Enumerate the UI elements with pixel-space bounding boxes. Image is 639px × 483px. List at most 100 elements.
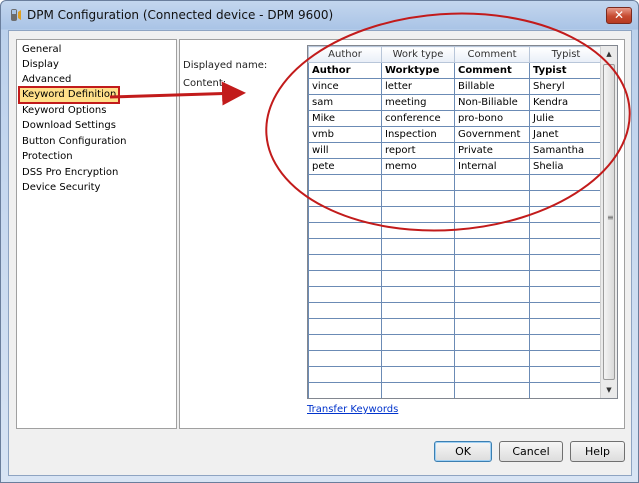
- table-cell[interactable]: [381, 238, 455, 255]
- table-cell[interactable]: [529, 334, 603, 351]
- table-cell[interactable]: vince: [308, 78, 382, 95]
- table-cell[interactable]: [381, 190, 455, 207]
- table-row[interactable]: [308, 190, 603, 207]
- table-cell[interactable]: [308, 286, 382, 303]
- keyword-grid[interactable]: Author Work type Comment Typist Author Workty…: [307, 45, 618, 399]
- table-cell[interactable]: [529, 382, 603, 398]
- table-cell[interactable]: Inspection: [381, 126, 455, 143]
- nav-item-keyword-definition[interactable]: Keyword Definition: [17, 86, 121, 104]
- table-cell[interactable]: [381, 206, 455, 223]
- table-cell[interactable]: Samantha: [529, 142, 603, 159]
- table-cell[interactable]: [454, 254, 530, 271]
- table-cell[interactable]: [529, 206, 603, 223]
- transfer-keywords-link[interactable]: Transfer Keywords: [307, 404, 398, 415]
- table-cell[interactable]: meeting: [381, 94, 455, 111]
- table-row[interactable]: [308, 366, 603, 383]
- table-cell[interactable]: Comment: [454, 62, 530, 79]
- table-row[interactable]: [308, 174, 603, 191]
- nav-item-general[interactable]: General: [20, 43, 63, 57]
- table-cell[interactable]: [529, 222, 603, 239]
- table-cell[interactable]: [381, 366, 455, 383]
- table-cell[interactable]: [529, 190, 603, 207]
- table-row[interactable]: [308, 238, 603, 255]
- table-cell[interactable]: Non-Biliable: [454, 94, 530, 111]
- table-cell[interactable]: will: [308, 142, 382, 159]
- nav-item-download-settings[interactable]: Download Settings: [20, 119, 118, 133]
- table-cell[interactable]: sam: [308, 94, 382, 111]
- table-cell[interactable]: [454, 382, 530, 398]
- table-cell[interactable]: [529, 174, 603, 191]
- table-cell[interactable]: [308, 254, 382, 271]
- table-row[interactable]: [308, 302, 603, 319]
- table-row[interactable]: [308, 270, 603, 287]
- table-row[interactable]: [308, 222, 603, 239]
- nav-item-protection[interactable]: Protection: [20, 150, 75, 164]
- table-cell[interactable]: [381, 302, 455, 319]
- table-cell[interactable]: Sheryl: [529, 78, 603, 95]
- table-row[interactable]: [308, 382, 603, 398]
- table-row[interactable]: [308, 286, 603, 303]
- scroll-thumb[interactable]: ≡: [603, 64, 615, 380]
- table-cell[interactable]: Shelia: [529, 158, 603, 175]
- table-cell[interactable]: [454, 174, 530, 191]
- table-cell[interactable]: [454, 206, 530, 223]
- table-cell[interactable]: [529, 318, 603, 335]
- table-cell[interactable]: Janet: [529, 126, 603, 143]
- table-cell[interactable]: [454, 270, 530, 287]
- column-header[interactable]: Work type: [381, 46, 455, 63]
- table-cell[interactable]: [308, 350, 382, 367]
- table-cell[interactable]: pete: [308, 158, 382, 175]
- table-cell[interactable]: Typist: [529, 62, 603, 79]
- scroll-up-icon[interactable]: ▲: [601, 46, 617, 62]
- table-cell[interactable]: [454, 366, 530, 383]
- table-cell[interactable]: Billable: [454, 78, 530, 95]
- nav-item-device-security[interactable]: Device Security: [20, 181, 102, 195]
- table-cell[interactable]: [454, 190, 530, 207]
- grid-scrollbar[interactable]: ▲ ≡ ▼: [600, 46, 617, 398]
- table-row[interactable]: [308, 318, 603, 335]
- nav-item-display[interactable]: Display: [20, 58, 61, 72]
- table-row[interactable]: vmb Inspection Government Janet: [308, 126, 603, 143]
- table-cell[interactable]: [308, 318, 382, 335]
- table-cell[interactable]: conference: [381, 110, 455, 127]
- nav-item-dss-pro-encryption[interactable]: DSS Pro Encryption: [20, 166, 120, 180]
- table-cell[interactable]: [308, 382, 382, 398]
- nav-item-advanced[interactable]: Advanced: [20, 73, 73, 87]
- table-cell[interactable]: [381, 382, 455, 398]
- scroll-down-icon[interactable]: ▼: [601, 382, 617, 398]
- table-cell[interactable]: Mike: [308, 110, 382, 127]
- title-bar[interactable]: DPM Configuration (Connected device - DP…: [1, 1, 638, 29]
- table-cell[interactable]: [529, 270, 603, 287]
- nav-item-keyword-options[interactable]: Keyword Options: [20, 104, 108, 118]
- table-cell[interactable]: Author: [308, 62, 382, 79]
- table-cell[interactable]: [529, 302, 603, 319]
- table-cell[interactable]: Government: [454, 126, 530, 143]
- table-cell[interactable]: [381, 334, 455, 351]
- table-row[interactable]: sam meeting Non-Biliable Kendra: [308, 94, 603, 111]
- table-cell[interactable]: [308, 302, 382, 319]
- column-header[interactable]: Typist: [529, 46, 603, 63]
- table-cell[interactable]: Private: [454, 142, 530, 159]
- table-cell[interactable]: letter: [381, 78, 455, 95]
- table-cell[interactable]: pro-bono: [454, 110, 530, 127]
- table-cell[interactable]: report: [381, 142, 455, 159]
- table-cell[interactable]: Julie: [529, 110, 603, 127]
- table-row[interactable]: pete memo Internal Shelia: [308, 158, 603, 175]
- table-row[interactable]: [308, 350, 603, 367]
- table-cell[interactable]: Worktype: [381, 62, 455, 79]
- table-cell[interactable]: [454, 318, 530, 335]
- help-button[interactable]: Help: [570, 441, 625, 462]
- column-header[interactable]: Author: [308, 46, 382, 63]
- table-cell[interactable]: [529, 366, 603, 383]
- table-cell[interactable]: [308, 206, 382, 223]
- table-cell[interactable]: [381, 286, 455, 303]
- table-cell[interactable]: [308, 366, 382, 383]
- close-button[interactable]: ✕: [606, 7, 632, 24]
- table-row[interactable]: Author Worktype Comment Typist: [308, 62, 603, 79]
- table-cell[interactable]: [529, 238, 603, 255]
- table-cell[interactable]: memo: [381, 158, 455, 175]
- cancel-button[interactable]: Cancel: [499, 441, 563, 462]
- table-row[interactable]: Mike conference pro-bono Julie: [308, 110, 603, 127]
- table-cell[interactable]: [529, 350, 603, 367]
- ok-button[interactable]: OK: [434, 441, 492, 462]
